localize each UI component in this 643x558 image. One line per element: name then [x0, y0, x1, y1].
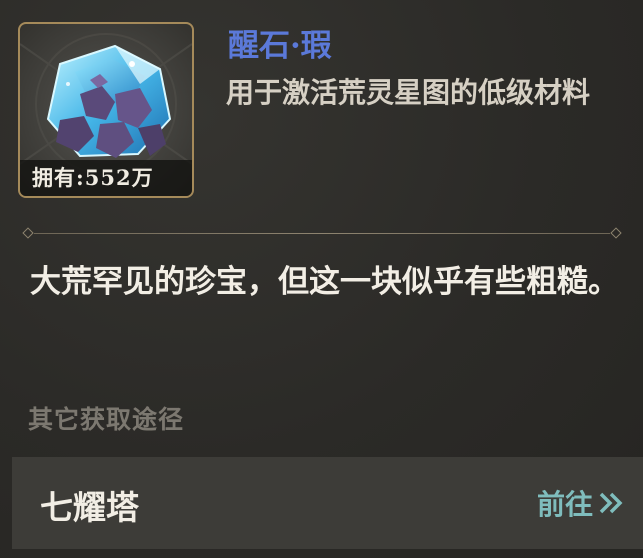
item-detail-panel: 拥有:552万 醒石·瑕 用于激活荒灵星图的低级材料 大荒罕见的珍宝，但这一块似…: [0, 0, 643, 558]
item-icon-frame: 拥有:552万: [18, 22, 194, 198]
divider-line: [34, 233, 610, 234]
source-row: 七耀塔 前往: [12, 457, 643, 549]
item-name: 醒石·瑕: [228, 28, 332, 64]
section-divider: [22, 227, 622, 240]
double-chevron-right-icon: [599, 492, 623, 514]
goto-button[interactable]: 前往: [537, 483, 625, 523]
owned-count-bar: 拥有:552万: [20, 160, 192, 196]
item-description: 大荒罕见的珍宝，但这一块似乎有些粗糙。: [30, 264, 619, 300]
divider-diamond-right: [610, 227, 622, 239]
item-subtitle: 用于激活荒灵星图的低级材料: [226, 76, 591, 109]
divider-diamond-left: [22, 227, 34, 239]
owned-count: 拥有:552万: [32, 165, 154, 190]
other-sources-title: 其它获取途径: [28, 405, 185, 434]
source-name: 七耀塔: [40, 488, 139, 527]
goto-label: 前往: [536, 488, 593, 521]
